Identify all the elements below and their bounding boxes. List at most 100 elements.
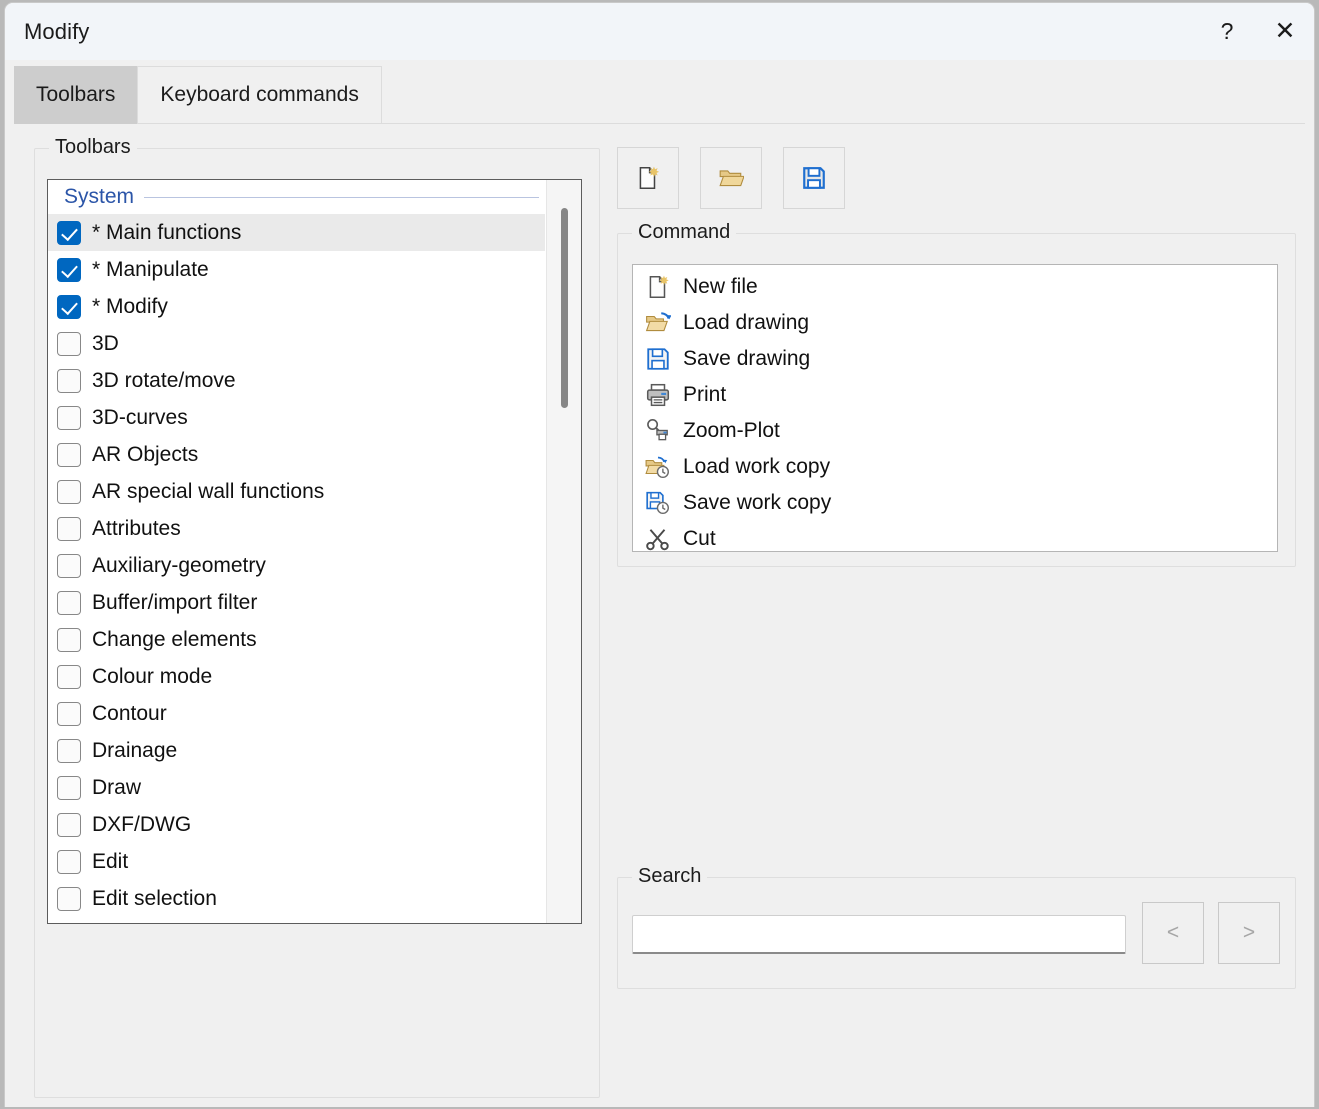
- toolbar-list-item[interactable]: Change elements: [48, 621, 545, 658]
- checkbox-checked-icon[interactable]: [57, 258, 81, 282]
- toolbars-list-scrollport: System * Main functions * Manipulate* Mod…: [48, 180, 545, 923]
- toolbar-list-item-label: Change elements: [92, 628, 257, 652]
- checkbox-unchecked-icon[interactable]: [57, 628, 81, 652]
- command-list-item[interactable]: Load work copy: [633, 449, 1277, 485]
- tab-keyboard-commands[interactable]: Keyboard commands: [137, 66, 381, 124]
- toolbar-list-item[interactable]: Auxiliary-geometry: [48, 547, 545, 584]
- toolbar-list-item-label: Auxiliary-geometry: [92, 554, 266, 578]
- close-button[interactable]: ✕: [1256, 3, 1314, 60]
- command-list[interactable]: New file Load drawing Save drawing Print Zoo…: [632, 264, 1278, 552]
- tab-keyboard-commands-label: Keyboard commands: [160, 83, 358, 107]
- command-list-item[interactable]: Save drawing: [633, 341, 1277, 377]
- toolbar-list-item-label: Attributes: [92, 517, 181, 541]
- toolbar-list-item-label: Edit: [92, 850, 128, 874]
- toolbar-preview-strip: [617, 147, 845, 209]
- toolbar-list-item-label: Buffer/import filter: [92, 591, 257, 615]
- checkbox-unchecked-icon[interactable]: [57, 554, 81, 578]
- toolbar-list-item[interactable]: 3D-curves: [48, 399, 545, 436]
- toolbar-list-item[interactable]: Contour: [48, 695, 545, 732]
- group-header-label: System: [64, 185, 134, 209]
- tab-toolbars[interactable]: Toolbars: [14, 66, 137, 124]
- search-prev-button[interactable]: <: [1142, 902, 1204, 964]
- command-list-item-label: Cut: [683, 527, 716, 551]
- toolbars-item-container: * Main functions* Manipulate* Modify3D3D…: [48, 214, 545, 923]
- checkbox-unchecked-icon[interactable]: [57, 443, 81, 467]
- toolbar-list-item[interactable]: 3D: [48, 325, 545, 362]
- toolbar-list-item[interactable]: Buffer/import filter: [48, 584, 545, 621]
- preview-open-folder-button[interactable]: [700, 147, 762, 209]
- checkbox-unchecked-icon[interactable]: [57, 369, 81, 393]
- preview-new-file-button[interactable]: [617, 147, 679, 209]
- toolbar-list-item-label: Draw: [92, 776, 141, 800]
- search-input[interactable]: [632, 915, 1126, 954]
- toolbar-list-item[interactable]: Drainage: [48, 732, 545, 769]
- search-groupbox: Search < >: [617, 877, 1296, 989]
- help-button[interactable]: ?: [1198, 3, 1256, 60]
- toolbar-list-item[interactable]: DXF/DWG: [48, 806, 545, 843]
- question-mark-icon: ?: [1221, 20, 1234, 43]
- new-file-icon: [635, 165, 661, 191]
- toolbar-list-item[interactable]: AR Objects: [48, 436, 545, 473]
- window-controls: ? ✕: [1198, 3, 1314, 60]
- toolbar-list-item-label: Colour mode: [92, 665, 212, 689]
- modify-dialog-window: Modify ? ✕ Toolbars Keyboard commands To…: [4, 2, 1315, 1107]
- checkbox-unchecked-icon[interactable]: [57, 665, 81, 689]
- command-list-item[interactable]: Load drawing: [633, 305, 1277, 341]
- checkbox-unchecked-icon[interactable]: [57, 739, 81, 763]
- command-groupbox: Command New fileLoad drawingSave drawing…: [617, 233, 1296, 567]
- command-list-item-label: Print: [683, 383, 726, 407]
- dialog-content: Toolbars System * Main functions * Manipu…: [5, 124, 1314, 1107]
- toolbar-list-item[interactable]: * Manipulate: [48, 251, 545, 288]
- command-list-item-label: Save drawing: [683, 347, 810, 371]
- command-list-item[interactable]: Zoom-Plot: [633, 413, 1277, 449]
- checkbox-unchecked-icon[interactable]: [57, 850, 81, 874]
- toolbars-list[interactable]: System * Main functions * Manipulate* Mod…: [47, 179, 582, 924]
- checkbox-unchecked-icon[interactable]: [57, 332, 81, 356]
- search-group-label: Search: [632, 865, 707, 888]
- title-bar: Modify ? ✕: [5, 3, 1314, 60]
- toolbars-list-scrollbar[interactable]: [546, 180, 581, 923]
- folder-clock-icon: [645, 454, 671, 480]
- toolbar-list-item[interactable]: Edit selection: [48, 880, 545, 917]
- command-list-item-label: Load work copy: [683, 455, 830, 479]
- command-list-item[interactable]: Print: [633, 377, 1277, 413]
- checkbox-unchecked-icon[interactable]: [57, 406, 81, 430]
- toolbar-list-item-label: AR Objects: [92, 443, 198, 467]
- toolbar-list-item[interactable]: * Modify: [48, 288, 545, 325]
- checkbox-checked-icon[interactable]: [57, 295, 81, 319]
- toolbar-list-item-label: * Main functions: [92, 221, 241, 245]
- open-folder-icon: [645, 310, 671, 336]
- toolbar-list-item[interactable]: Colour mode: [48, 658, 545, 695]
- printer-icon: [645, 382, 671, 408]
- checkbox-unchecked-icon[interactable]: [57, 702, 81, 726]
- toolbar-list-item[interactable]: AR special wall functions: [48, 473, 545, 510]
- checkbox-unchecked-icon[interactable]: [57, 591, 81, 615]
- scrollbar-thumb[interactable]: [561, 208, 568, 408]
- search-next-button[interactable]: >: [1218, 902, 1280, 964]
- command-list-item[interactable]: Cut: [633, 521, 1277, 552]
- command-list-item[interactable]: New file: [633, 269, 1277, 305]
- checkbox-checked-icon[interactable]: [57, 221, 81, 245]
- close-icon: ✕: [1275, 19, 1296, 44]
- toolbar-list-item[interactable]: 3D rotate/move: [48, 362, 545, 399]
- preview-save-disk-button[interactable]: [783, 147, 845, 209]
- checkbox-unchecked-icon[interactable]: [57, 517, 81, 541]
- checkbox-unchecked-icon[interactable]: [57, 480, 81, 504]
- disk-clock-icon: [645, 490, 671, 516]
- toolbar-list-item[interactable]: Draw: [48, 769, 545, 806]
- command-list-item-label: New file: [683, 275, 758, 299]
- checkbox-unchecked-icon[interactable]: [57, 813, 81, 837]
- toolbar-list-item-label: 3D-curves: [92, 406, 188, 430]
- toolbar-list-item[interactable]: Edit: [48, 843, 545, 880]
- toolbar-list-item[interactable]: * Main functions: [48, 214, 545, 251]
- toolbars-groupbox: Toolbars System * Main functions* Manipu…: [34, 148, 600, 1098]
- command-list-item[interactable]: Save work copy: [633, 485, 1277, 521]
- group-header-rule: [144, 197, 539, 198]
- toolbar-list-item[interactable]: Extras: [48, 917, 545, 923]
- toolbar-list-item[interactable]: Attributes: [48, 510, 545, 547]
- checkbox-unchecked-icon[interactable]: [57, 887, 81, 911]
- toolbar-list-item-label: Contour: [92, 702, 167, 726]
- checkbox-unchecked-icon[interactable]: [57, 776, 81, 800]
- toolbars-group-label: Toolbars: [49, 136, 137, 159]
- toolbars-list-group-header: System: [48, 180, 545, 214]
